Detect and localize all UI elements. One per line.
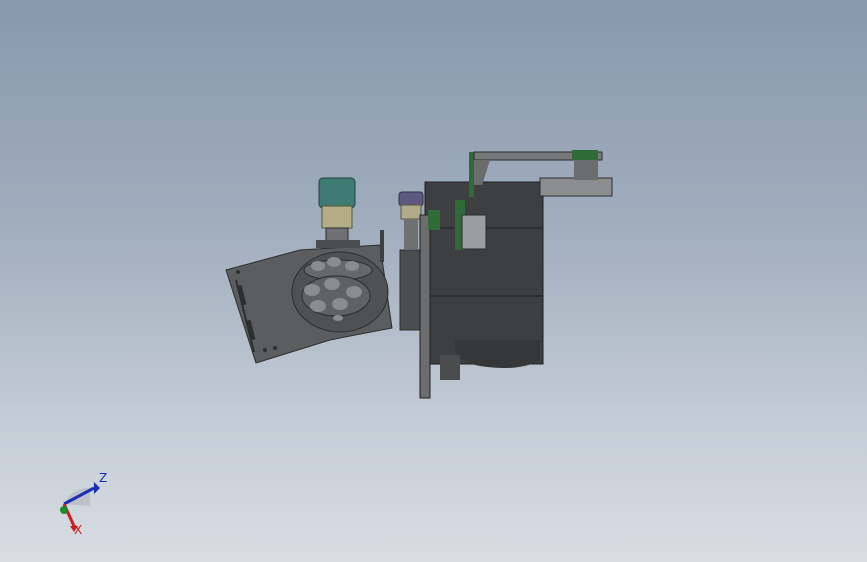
teal-motor[interactable] <box>316 177 360 248</box>
cad-viewport[interactable]: Z X <box>0 0 867 562</box>
rotary-disc[interactable] <box>291 251 389 333</box>
machine-assembly[interactable] <box>0 0 867 562</box>
axis-triad-icon <box>60 482 100 532</box>
axis-x-label: X <box>74 523 83 537</box>
axis-z-label: Z <box>99 471 108 485</box>
